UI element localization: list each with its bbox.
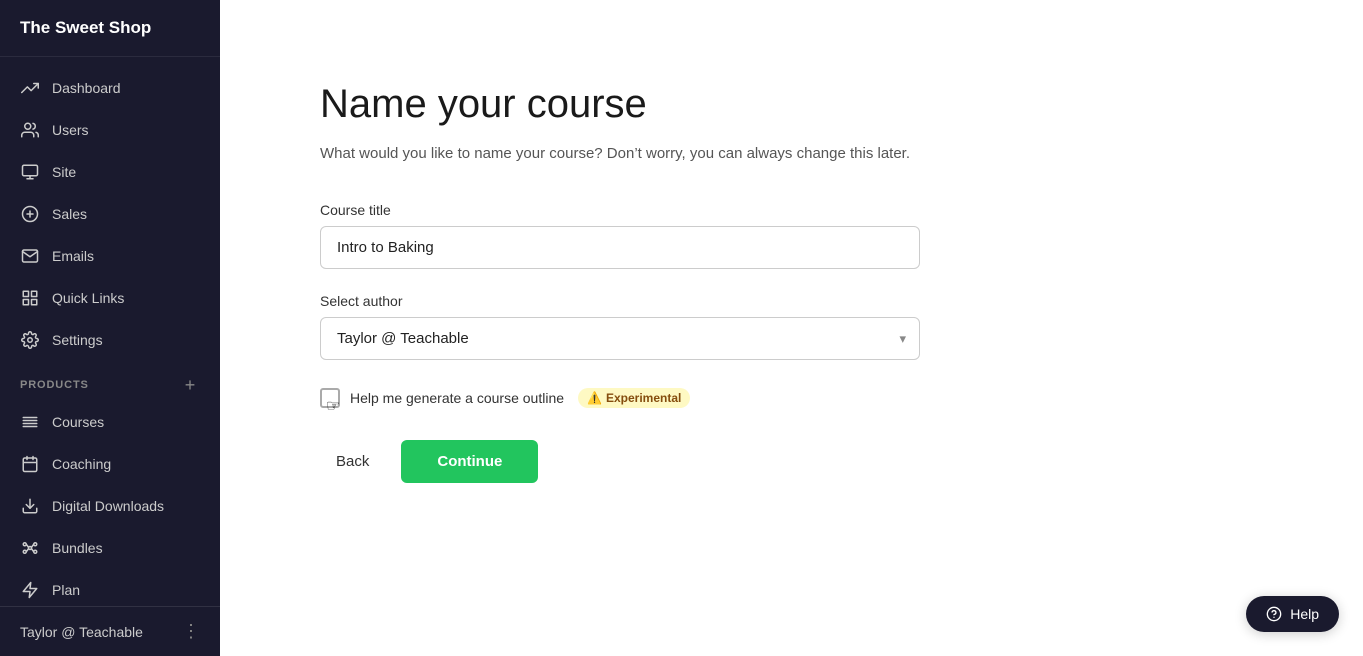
sidebar-item-label: Quick Links [52, 290, 124, 306]
sidebar-item-label: Coaching [52, 456, 111, 472]
sidebar-item-settings[interactable]: Settings [0, 319, 220, 361]
mail-icon [20, 246, 40, 266]
author-select[interactable]: Taylor @ Teachable [320, 317, 920, 360]
sidebar-item-emails[interactable]: Emails [0, 235, 220, 277]
sidebar-item-courses[interactable]: Courses [0, 401, 220, 443]
course-title-label: Course title [320, 202, 920, 218]
sidebar-item-label: Settings [52, 332, 103, 348]
sidebar-item-label: Emails [52, 248, 94, 264]
digital-downloads-icon [20, 496, 40, 516]
help-label: Help [1290, 606, 1319, 622]
grid-icon [20, 288, 40, 308]
warning-icon: ⚠️ [587, 391, 602, 405]
sidebar-nav: Dashboard Users S [0, 57, 220, 606]
footer-menu-button[interactable]: ⋮ [182, 621, 200, 642]
users-icon [20, 120, 40, 140]
outline-checkbox-label: Help me generate a course outline [350, 390, 564, 406]
experimental-badge: ⚠️ Experimental [578, 388, 690, 408]
sidebar: The Sweet Shop Dashboard User [0, 0, 220, 656]
sidebar-item-coaching[interactable]: Coaching [0, 443, 220, 485]
add-product-button[interactable]: + [180, 375, 200, 395]
back-button[interactable]: Back [320, 443, 385, 480]
bundles-icon [20, 538, 40, 558]
sidebar-item-plan[interactable]: Plan [0, 569, 220, 606]
course-name-form: Name your course What would you like to … [320, 80, 920, 483]
course-title-input[interactable] [320, 226, 920, 269]
sidebar-item-dashboard[interactable]: Dashboard [0, 67, 220, 109]
dollar-icon [20, 204, 40, 224]
sidebar-footer: Taylor @ Teachable ⋮ [0, 606, 220, 656]
settings-icon [20, 330, 40, 350]
sidebar-item-label: Digital Downloads [52, 498, 164, 514]
monitor-icon [20, 162, 40, 182]
sidebar-item-label: Dashboard [52, 80, 121, 96]
sidebar-item-sales[interactable]: Sales [0, 193, 220, 235]
form-title: Name your course [320, 80, 920, 128]
help-button[interactable]: Help [1246, 596, 1339, 632]
products-section-header: PRODUCTS + [0, 361, 220, 401]
help-circle-icon [1266, 606, 1282, 622]
sidebar-item-label: Sales [52, 206, 87, 222]
trending-up-icon [20, 78, 40, 98]
experimental-label: Experimental [606, 391, 681, 405]
footer-username: Taylor @ Teachable [20, 624, 143, 640]
sidebar-item-label: Bundles [52, 540, 103, 556]
sidebar-logo[interactable]: The Sweet Shop [0, 0, 220, 57]
sidebar-item-label: Users [52, 122, 89, 138]
author-select-wrapper: Taylor @ Teachable ▾ [320, 317, 920, 360]
sidebar-item-digital-downloads[interactable]: Digital Downloads [0, 485, 220, 527]
sidebar-item-label: Plan [52, 582, 80, 598]
plan-icon [20, 580, 40, 600]
main-content: Name your course What would you like to … [220, 0, 1363, 656]
sidebar-item-users[interactable]: Users [0, 109, 220, 151]
outline-checkbox-wrapper: ☞ [320, 388, 340, 408]
courses-icon [20, 412, 40, 432]
sidebar-item-site[interactable]: Site [0, 151, 220, 193]
outline-checkbox[interactable] [320, 388, 340, 408]
select-author-label: Select author [320, 293, 920, 309]
sidebar-item-bundles[interactable]: Bundles [0, 527, 220, 569]
form-buttons: Back Continue [320, 440, 920, 483]
continue-button[interactable]: Continue [401, 440, 538, 483]
sidebar-item-label: Site [52, 164, 76, 180]
form-subtitle: What would you like to name your course?… [320, 142, 920, 166]
sidebar-item-quick-links[interactable]: Quick Links [0, 277, 220, 319]
outline-checkbox-row: ☞ Help me generate a course outline ⚠️ E… [320, 388, 920, 408]
sidebar-item-label: Courses [52, 414, 104, 430]
coaching-icon [20, 454, 40, 474]
